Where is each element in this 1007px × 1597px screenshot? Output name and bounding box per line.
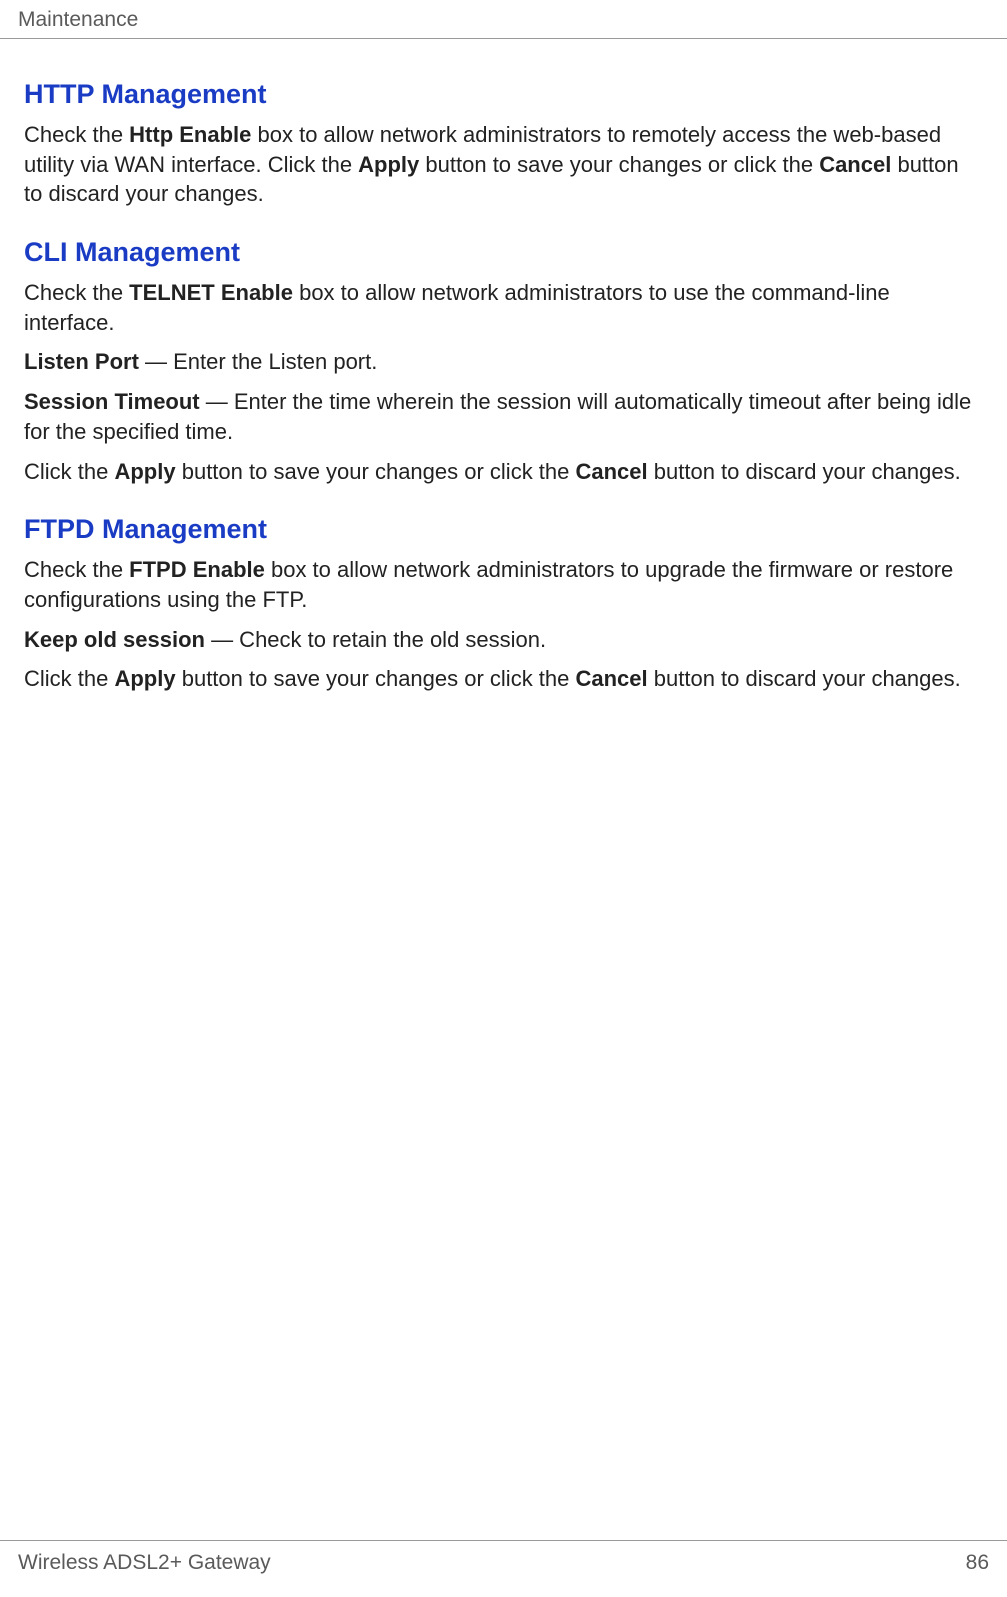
cli-management-heading: CLI Management: [24, 237, 983, 268]
text-fragment: button to save your changes or click the: [176, 459, 576, 484]
text-fragment: button to save your changes or click the: [419, 152, 819, 177]
cancel-label: Cancel: [819, 152, 891, 177]
apply-label: Apply: [114, 459, 175, 484]
http-enable-label: Http Enable: [129, 122, 251, 147]
ftpd-enable-label: FTPD Enable: [129, 557, 265, 582]
text-fragment: Check the: [24, 557, 129, 582]
text-fragment: — Enter the Listen port.: [139, 349, 377, 374]
footer-product: Wireless ADSL2+ Gateway: [18, 1551, 271, 1575]
footer-page-number: 86: [966, 1551, 989, 1575]
text-fragment: — Check to retain the old session.: [205, 627, 546, 652]
text-fragment: button to discard your changes.: [648, 459, 961, 484]
cli-paragraph-4: Click the Apply button to save your chan…: [24, 457, 983, 487]
text-fragment: button to discard your changes.: [648, 666, 961, 691]
http-paragraph-1: Check the Http Enable box to allow netwo…: [24, 120, 983, 209]
apply-label: Apply: [114, 666, 175, 691]
text-fragment: Check the: [24, 122, 129, 147]
text-fragment: button to save your changes or click the: [176, 666, 576, 691]
text-fragment: Check the: [24, 280, 129, 305]
page-footer: Wireless ADSL2+ Gateway 86: [0, 1540, 1007, 1597]
content-area: HTTP Management Check the Http Enable bo…: [0, 39, 1007, 694]
text-fragment: Click the: [24, 666, 114, 691]
keep-old-session-label: Keep old session: [24, 627, 205, 652]
cli-paragraph-1: Check the TELNET Enable box to allow net…: [24, 278, 983, 337]
page-header: Maintenance: [0, 0, 1007, 39]
cli-paragraph-2: Listen Port — Enter the Listen port.: [24, 347, 983, 377]
listen-port-label: Listen Port: [24, 349, 139, 374]
cli-paragraph-3: Session Timeout — Enter the time wherein…: [24, 387, 983, 446]
cancel-label: Cancel: [576, 459, 648, 484]
http-management-heading: HTTP Management: [24, 79, 983, 110]
text-fragment: Click the: [24, 459, 114, 484]
ftpd-paragraph-1: Check the FTPD Enable box to allow netwo…: [24, 555, 983, 614]
cancel-label: Cancel: [576, 666, 648, 691]
header-title: Maintenance: [18, 8, 138, 31]
ftpd-management-heading: FTPD Management: [24, 514, 983, 545]
session-timeout-label: Session Timeout: [24, 389, 200, 414]
apply-label: Apply: [358, 152, 419, 177]
ftpd-paragraph-2: Keep old session — Check to retain the o…: [24, 625, 983, 655]
telnet-enable-label: TELNET Enable: [129, 280, 293, 305]
ftpd-paragraph-3: Click the Apply button to save your chan…: [24, 664, 983, 694]
